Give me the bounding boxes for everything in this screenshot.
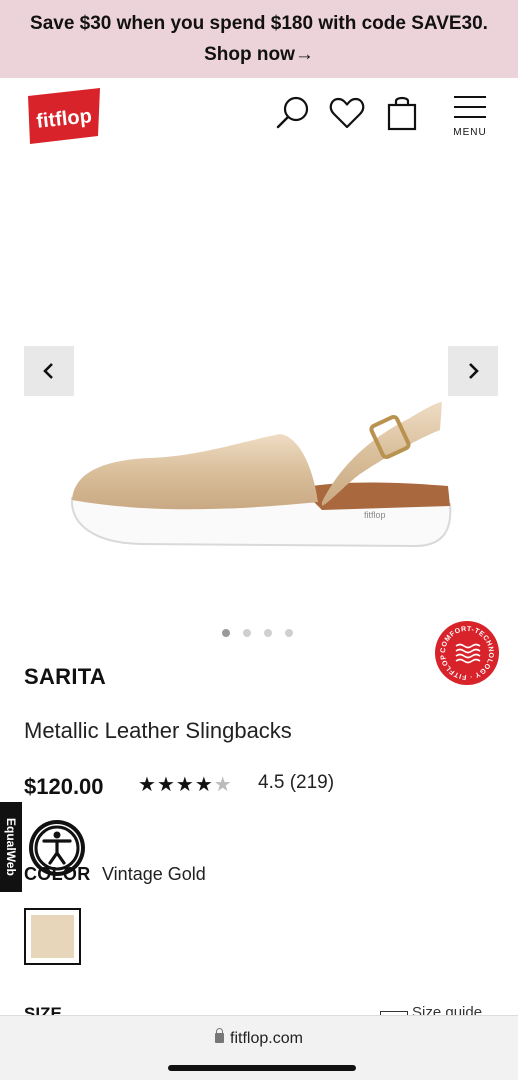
chevron-left-icon bbox=[43, 363, 53, 379]
url-text: fitflop.com bbox=[230, 1030, 303, 1047]
equalweb-tab[interactable]: EqualWeb bbox=[0, 802, 22, 892]
rating-count[interactable]: 4.5 (219) bbox=[258, 772, 334, 794]
chevron-right-icon bbox=[469, 363, 479, 379]
fitflop-logo[interactable]: fitflop bbox=[24, 86, 103, 146]
site-header: fitflop MENU bbox=[0, 78, 518, 158]
star-icon: ★ bbox=[156, 774, 176, 796]
bag-icon[interactable] bbox=[383, 94, 421, 132]
color-value: Vintage Gold bbox=[102, 864, 206, 884]
color-label: COLOR bbox=[24, 864, 91, 884]
svg-text:fitflop: fitflop bbox=[364, 510, 386, 520]
star-icon: ★ bbox=[175, 774, 195, 796]
menu-label: MENU bbox=[453, 127, 487, 138]
lock-icon bbox=[215, 1028, 225, 1043]
gallery-dot[interactable] bbox=[222, 629, 230, 637]
shop-now-link[interactable]: Shop now→ bbox=[0, 39, 518, 70]
product-description: Metallic Leather Slingbacks bbox=[24, 718, 292, 743]
browser-address-bar[interactable]: fitflop.com bbox=[0, 1015, 518, 1080]
gallery-dot[interactable] bbox=[285, 629, 293, 637]
url-display[interactable]: fitflop.com bbox=[0, 1028, 518, 1048]
comfort-technology-badge: COMFORT-TECHNOLOGY · FITFLOP · bbox=[434, 620, 499, 685]
product-price: $120.00 bbox=[24, 774, 104, 799]
star-icon: ★ bbox=[213, 774, 233, 796]
swatch-fill bbox=[31, 915, 74, 958]
gallery-dot[interactable] bbox=[264, 629, 272, 637]
rating-stars[interactable]: ★★★★★ bbox=[138, 772, 233, 797]
gallery-dots bbox=[222, 629, 293, 639]
promo-text: Save $30 when you spend $180 with code S… bbox=[30, 13, 488, 34]
star-icon: ★ bbox=[194, 774, 214, 796]
heart-icon[interactable] bbox=[328, 94, 366, 132]
product-name: SARITA bbox=[24, 664, 107, 689]
star-icon: ★ bbox=[138, 774, 157, 796]
gallery-dot[interactable] bbox=[243, 629, 251, 637]
product-gallery[interactable]: fitflop COMFORT-TECHNOLOGY · FITFLOP · bbox=[0, 158, 518, 685]
hamburger-icon bbox=[454, 96, 486, 99]
home-indicator[interactable] bbox=[168, 1065, 356, 1071]
product-image-shoe: fitflop bbox=[70, 402, 452, 548]
menu-button[interactable]: MENU bbox=[448, 96, 492, 140]
color-swatch-vintage-gold[interactable] bbox=[24, 908, 81, 965]
promo-banner[interactable]: Save $30 when you spend $180 with code S… bbox=[0, 0, 518, 78]
search-icon[interactable] bbox=[274, 94, 312, 132]
